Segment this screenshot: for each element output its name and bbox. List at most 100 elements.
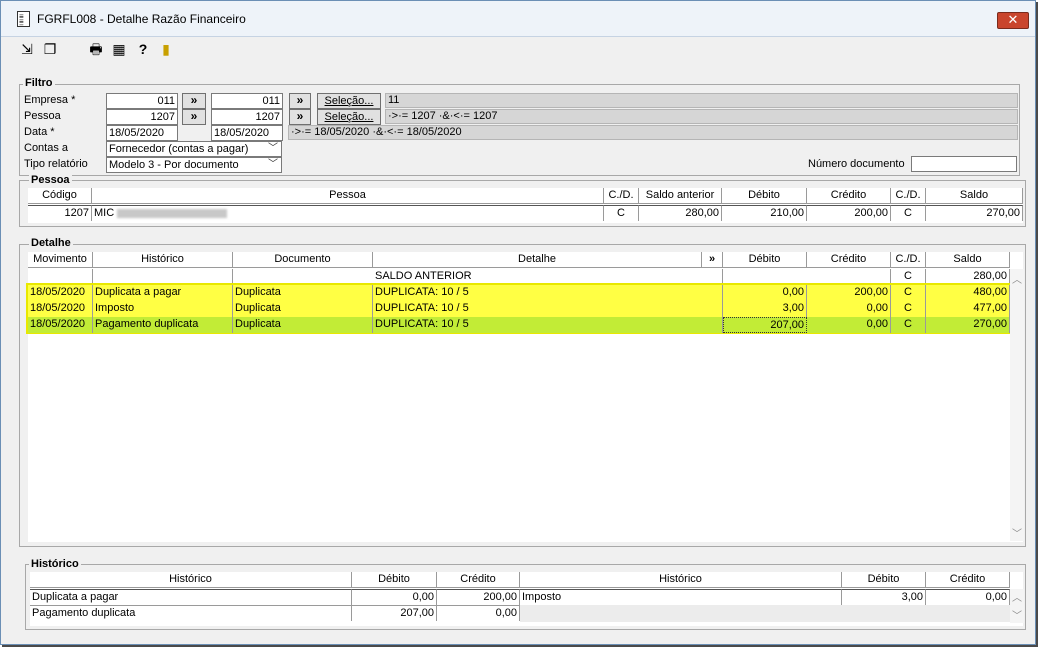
app-window: ≡ ≡ ≡ FGRFL008 - Detalhe Razão Financeiro … [0,0,1036,645]
pessoa-col-cd2[interactable]: C./D. [891,188,926,204]
detalhe-col-cd[interactable]: C./D. [891,252,926,268]
historico-right-credito-cell: 0,00 [926,589,1010,605]
empresa-label: Empresa * [24,94,76,106]
pessoa-debito-cell: 210,00 [722,205,807,221]
historico-col-credito-left[interactable]: Crédito [437,572,520,588]
pessoa-nome-text: MIC [94,207,115,219]
historico-col-debito-right[interactable]: Débito [842,572,926,588]
empresa-selection-display: 11 [385,93,1018,108]
historico-left-nome-cell: Duplicata a pagar [30,589,352,605]
close-button[interactable]: ✕ [997,12,1029,29]
scroll-down-icon[interactable]: ﹀ [1012,607,1022,622]
historico-col-historico-right[interactable]: Histórico [520,572,842,588]
redacted-name-blur [117,208,228,218]
historico-right-nome-cell: Imposto [520,589,842,605]
cascade-icon[interactable]: ❐ [42,41,58,57]
pessoa-col-pessoa[interactable]: Pessoa [92,188,604,204]
pessoa-col-debito[interactable]: Débito [722,188,807,204]
detalhe-expand-button[interactable]: » [702,252,723,268]
pessoa-col-saldo[interactable]: Saldo [926,188,1023,204]
pessoa-col-saldo-anterior[interactable]: Saldo anterior [639,188,722,204]
detalhe-historico-cell: Imposto [93,301,233,317]
pessoa-cd2-cell: C [891,205,926,221]
detalhe-movimento-cell: 18/05/2020 [28,285,93,301]
detalhe-debito-cell: 3,00 [723,301,807,317]
pessoa-col-codigo[interactable]: Código [28,188,92,204]
empresa-selecao-button[interactable]: Seleção... [317,93,381,109]
detalhe-credito-cell: 0,00 [807,317,891,333]
pessoa-from-input[interactable]: 1207 [106,109,178,125]
detalhe-movimento-cell: 18/05/2020 [28,317,93,333]
detalhe-title: Detalhe [29,237,73,249]
numero-documento-input[interactable] [911,156,1017,172]
detalhe-col-debito[interactable]: Débito [723,252,807,268]
scroll-down-icon[interactable]: ﹀ [1012,525,1022,540]
title-bar: ≡ ≡ ≡ FGRFL008 - Detalhe Razão Financeiro … [1,1,1035,37]
detalhe-documento-cell: Duplicata [233,301,373,317]
pessoa-credito-cell: 200,00 [807,205,891,221]
pessoa-saldo-anterior-cell: 280,00 [639,205,722,221]
chevron-down-icon: ﹀ [268,143,278,154]
detalhe-vertical-scrollbar[interactable]: ︿ ﹀ [1010,269,1024,541]
detalhe-saldo-cell: 477,00 [926,301,1010,317]
detalhe-debito-cell-focused[interactable]: 207,00 [723,317,807,333]
contas-select[interactable]: Fornecedor (contas a pagar) ﹀ [106,141,282,157]
detalhe-cd-cell: C [891,285,926,301]
help-icon[interactable]: ? [135,41,151,57]
toolbar [1,38,1035,60]
detalhe-documento-cell: Duplicata [233,317,373,333]
pessoa-col-cd[interactable]: C./D. [604,188,639,204]
historico-col-debito-left[interactable]: Débito [352,572,437,588]
detalhe-cd-cell: C [891,301,926,317]
historico-left-debito-cell: 207,00 [352,605,437,621]
scroll-up-icon[interactable]: ︿ [1012,271,1022,286]
grid-icon[interactable]: ▦ [111,41,127,57]
empresa-to-lookup-button[interactable]: » [289,93,311,109]
pessoa-label: Pessoa [24,110,61,122]
empresa-to-input[interactable]: 011 [211,93,283,109]
detalhe-detalhe-cell: DUPLICATA: 10 / 5 [373,285,723,301]
pessoa-saldo-cell: 270,00 [926,205,1023,221]
detalhe-col-detalhe[interactable]: Detalhe [373,252,702,268]
detalhe-movimento-cell: 18/05/2020 [28,301,93,317]
arrow-in-icon[interactable]: ⇲ [19,41,35,57]
detalhe-col-historico[interactable]: Histórico [93,252,233,268]
detalhe-historico-cell: Duplicata a pagar [93,285,233,301]
filtro-title: Filtro [23,77,55,89]
pessoa-nome-cell: MIC [92,205,604,221]
exit-door-icon[interactable]: ▮ [158,41,174,57]
pessoa-col-credito[interactable]: Crédito [807,188,891,204]
historico-right-empty [520,605,1010,622]
detalhe-col-credito[interactable]: Crédito [807,252,891,268]
tipo-relatorio-select-value: Modelo 3 - Por documento [109,159,239,171]
detalhe-cd-cell: C [891,317,926,333]
pessoa-to-input[interactable]: 1207 [211,109,283,125]
scroll-up-icon[interactable]: ︿ [1012,589,1022,604]
detalhe-col-saldo[interactable]: Saldo [926,252,1010,268]
detalhe-col-documento[interactable]: Documento [233,252,373,268]
historico-left-credito-cell: 200,00 [437,589,520,605]
tipo-relatorio-select[interactable]: Modelo 3 - Por documento ﹀ [106,157,282,173]
detalhe-credito-cell: 200,00 [807,285,891,301]
data-from-input[interactable]: 18/05/2020 [106,125,178,141]
pessoa-to-lookup-button[interactable]: » [289,109,311,125]
pessoa-selecao-button[interactable]: Seleção... [317,109,381,125]
historico-col-historico-left[interactable]: Histórico [30,572,352,588]
detalhe-detalhe-cell: DUPLICATA: 10 / 5 [373,317,723,333]
historico-vertical-scrollbar[interactable]: ︿ ﹀ [1010,589,1024,623]
historico-col-credito-right[interactable]: Crédito [926,572,1010,588]
detalhe-col-movimento[interactable]: Movimento [28,252,93,268]
pessoa-title: Pessoa [29,174,72,186]
data-to-input[interactable]: 18/05/2020 [211,125,283,141]
data-label: Data * [24,126,55,138]
print-icon[interactable]: 🖶 [88,41,104,57]
empresa-from-input[interactable]: 011 [106,93,178,109]
empresa-from-lookup-button[interactable]: » [182,93,206,109]
detalhe-credito-cell: 0,00 [807,301,891,317]
data-selection-display: ·>·= 18/05/2020 ·&·<·= 18/05/2020 [288,125,1018,140]
historico-left-nome-cell: Pagamento duplicata [30,605,352,621]
historico-right-debito-cell: 3,00 [842,589,926,605]
pessoa-cd-cell: C [604,205,639,221]
pessoa-from-lookup-button[interactable]: » [182,109,206,125]
detalhe-historico-cell: Pagamento duplicata [93,317,233,333]
